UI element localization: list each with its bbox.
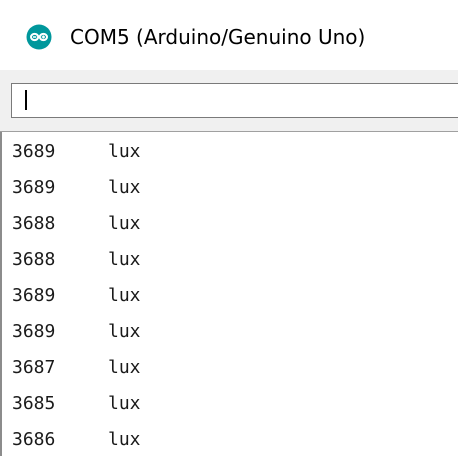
reading-value: 3689: [12, 177, 56, 198]
reading-unit: lux: [108, 429, 141, 450]
reading-value: 3689: [12, 141, 56, 162]
output-line: 3689 lux: [12, 134, 141, 170]
reading-value: 3685: [12, 393, 56, 414]
output-line: 3685 lux: [12, 386, 141, 422]
reading-value: 3689: [12, 285, 56, 306]
reading-unit: lux: [108, 141, 141, 162]
title-bar[interactable]: COM5 (Arduino/Genuino Uno): [0, 0, 458, 70]
output-line: 3689 lux: [12, 314, 141, 350]
text-caret: [25, 90, 27, 110]
reading-unit: lux: [108, 249, 141, 270]
output-line: 3687 lux: [12, 350, 141, 386]
reading-value: 3688: [12, 213, 56, 234]
output-line: 3688 lux: [12, 242, 141, 278]
serial-output-area[interactable]: 3689 lux 3689 lux 3688 lux 3688 lux 3689 lux …: [0, 132, 458, 456]
reading-unit: lux: [108, 393, 141, 414]
serial-monitor-window: COM5 (Arduino/Genuino Uno) 3689 lux 3689 l…: [0, 0, 458, 456]
arduino-logo-icon: [26, 24, 52, 50]
reading-unit: lux: [108, 177, 141, 198]
reading-value: 3687: [12, 357, 56, 378]
reading-unit: lux: [108, 213, 141, 234]
reading-unit: lux: [108, 285, 141, 306]
reading-value: 3689: [12, 321, 56, 342]
send-input[interactable]: [11, 83, 458, 118]
send-toolbar: [0, 70, 458, 132]
reading-value: 3688: [12, 249, 56, 270]
window-title: COM5 (Arduino/Genuino Uno): [70, 25, 366, 49]
output-line: 3689 lux: [12, 278, 141, 314]
reading-unit: lux: [108, 357, 141, 378]
reading-unit: lux: [108, 321, 141, 342]
output-line: 3686 lux: [12, 422, 141, 456]
output-line: 3689 lux: [12, 170, 141, 206]
output-line: 3688 lux: [12, 206, 141, 242]
reading-value: 3686: [12, 429, 56, 450]
